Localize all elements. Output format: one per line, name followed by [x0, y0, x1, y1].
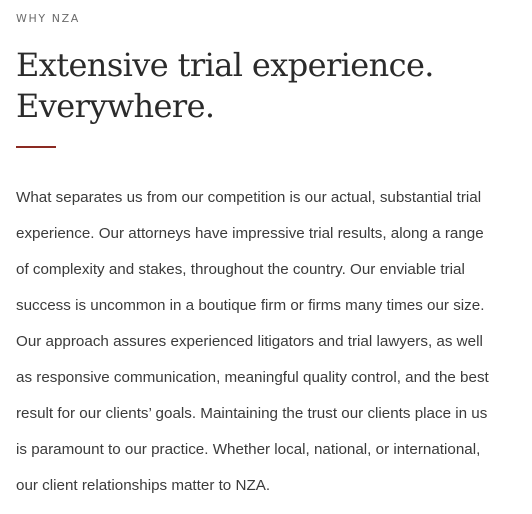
- section-eyebrow: WHY NZA: [16, 12, 80, 25]
- accent-divider: [16, 146, 56, 148]
- body-line: Our approach assures experienced litigat…: [16, 333, 483, 350]
- body-line: our client relationships matter to NZA.: [16, 477, 271, 494]
- body-line: experience. Our attorneys have impressiv…: [16, 225, 484, 242]
- body-line: success is uncommon in a boutique firm o…: [16, 297, 485, 314]
- body-line: of complexity and stakes, throughout the…: [16, 261, 465, 278]
- headline-line: Extensive trial experience.: [16, 46, 434, 84]
- body-line: as responsive communication, meaningful …: [16, 369, 489, 386]
- headline-line: Everywhere.: [16, 87, 215, 125]
- section-body-paragraph: What separates us from our competition i…: [16, 180, 520, 504]
- section-headline: Extensive trial experience. Everywhere.: [16, 45, 434, 127]
- body-line: result for our clients’ goals. Maintaini…: [16, 405, 488, 422]
- body-line: What separates us from our competition i…: [16, 189, 482, 206]
- body-line: is paramount to our practice. Whether lo…: [16, 441, 481, 458]
